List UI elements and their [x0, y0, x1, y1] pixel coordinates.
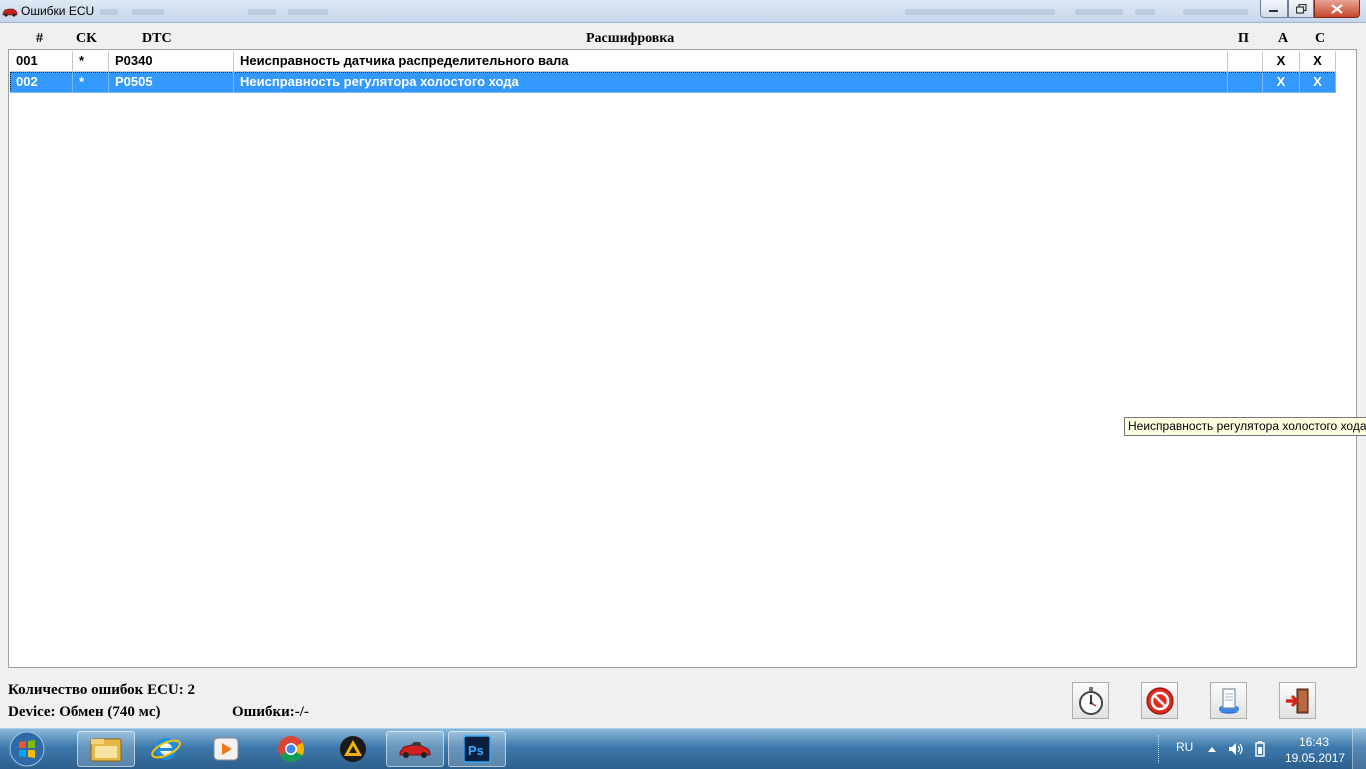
battery-icon[interactable]: [1255, 741, 1265, 757]
clock-date[interactable]: 19.05.2017: [1285, 751, 1345, 765]
clock-time[interactable]: 16:43: [1299, 735, 1329, 749]
minimize-button[interactable]: [1260, 0, 1288, 18]
close-button[interactable]: [1314, 0, 1360, 18]
show-desktop-button[interactable]: [1352, 729, 1366, 769]
errors-label: Ошибки:-/-: [232, 704, 309, 720]
column-header-c[interactable]: C: [1315, 31, 1325, 47]
red-car-icon: [2, 8, 18, 17]
show-hidden-icons-icon[interactable]: [1207, 745, 1217, 753]
error-codes-grid[interactable]: 001 * P0340 Неисправность датчика распре…: [8, 49, 1357, 668]
row-description: Неисправность датчика распределительного…: [234, 51, 1228, 72]
row-p: [1228, 51, 1263, 72]
background-window-ghost: [1135, 9, 1155, 15]
row-ck: *: [73, 51, 109, 72]
background-window-ghost: [100, 9, 118, 15]
timer-button[interactable]: [1072, 682, 1109, 719]
column-header-ck[interactable]: CK: [76, 31, 97, 47]
taskbar-item-ie[interactable]: [137, 731, 195, 767]
window-title-bar[interactable]: Ошибки ECU: [0, 0, 1366, 23]
row-number: 002: [10, 72, 73, 93]
row-number: 001: [10, 51, 73, 72]
exit-button[interactable]: [1279, 682, 1316, 719]
column-header-description[interactable]: Расшифровка: [586, 31, 674, 47]
taskbar-item-chrome[interactable]: [262, 731, 320, 767]
taskbar-item-triangle-app[interactable]: [324, 731, 382, 767]
row-c: X: [1300, 51, 1336, 72]
maximize-button[interactable]: [1288, 0, 1314, 18]
row-c: X: [1300, 72, 1336, 93]
background-window-ghost: [288, 9, 328, 15]
row-description: Неисправность регулятора холостого хода: [234, 72, 1228, 93]
window-title: Ошибки ECU: [21, 4, 95, 18]
row-p: [1228, 72, 1263, 93]
red-car-app-icon: [399, 742, 431, 758]
background-window-ghost: [248, 9, 276, 15]
exit-door-icon: [1285, 688, 1308, 713]
error-count-label: Количество ошибок ECU: 2: [8, 682, 195, 698]
internet-explorer-icon: [151, 738, 181, 760]
column-header-num[interactable]: #: [36, 31, 43, 47]
column-header-p[interactable]: П: [1238, 31, 1249, 47]
column-header-dtc[interactable]: DTC: [142, 31, 172, 47]
background-window-ghost: [132, 9, 164, 15]
row-a: X: [1263, 72, 1300, 93]
restore-icon: [1295, 3, 1307, 14]
taskbar: Ps RU 16:43 19.05.2017: [0, 728, 1366, 769]
background-window-ghost: [905, 9, 1055, 15]
taskbar-item-media-player[interactable]: [197, 731, 255, 767]
background-window-ghost: [1075, 9, 1123, 15]
row-ck: *: [73, 72, 109, 93]
row-a: X: [1263, 51, 1300, 72]
taskbar-item-photoshop[interactable]: Ps: [448, 731, 506, 767]
device-status-label: Device: Обмен (740 мс): [8, 704, 161, 720]
chrome-icon: [278, 736, 305, 762]
no-entry-icon: [1145, 686, 1174, 715]
volume-icon[interactable]: [1228, 742, 1244, 756]
svg-text:Ps: Ps: [468, 743, 484, 758]
column-header-a[interactable]: A: [1278, 31, 1288, 47]
tray-separator: [1158, 735, 1161, 763]
windows-logo-icon: [9, 731, 45, 767]
minimize-icon: [1269, 9, 1278, 12]
grid-header: # CK DTC Расшифровка П A C: [8, 29, 1357, 49]
table-row-selected[interactable]: 002 * P0505 Неисправность регулятора хол…: [10, 72, 1336, 93]
windows-explorer-icon: [90, 738, 122, 762]
table-row[interactable]: 001 * P0340 Неисправность датчика распре…: [10, 51, 1336, 72]
start-button[interactable]: [4, 730, 50, 768]
close-icon: [1331, 3, 1343, 14]
taskbar-item-explorer[interactable]: [77, 731, 135, 767]
background-window-ghost: [1183, 9, 1248, 15]
stopwatch-icon: [1078, 686, 1103, 715]
language-indicator[interactable]: RU: [1176, 740, 1193, 754]
document-icon: [1218, 687, 1239, 714]
row-dtc-code: P0340: [109, 51, 234, 72]
clear-errors-button[interactable]: [1141, 682, 1178, 719]
warning-triangle-app-icon: [340, 736, 366, 762]
row-dtc-code: P0505: [109, 72, 234, 93]
tooltip: Неисправность регулятора холостого хода: [1124, 417, 1366, 436]
taskbar-item-ecu-app[interactable]: [386, 731, 444, 767]
report-button[interactable]: [1210, 682, 1247, 719]
photoshop-icon: Ps: [463, 735, 491, 763]
media-player-icon: [213, 737, 239, 761]
